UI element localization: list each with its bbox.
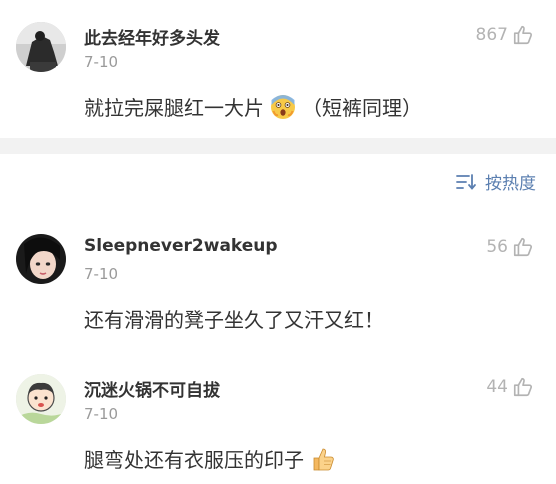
avatar[interactable] — [16, 234, 66, 284]
thumbs-up-icon — [513, 237, 533, 257]
comment-text-body: 还有滑滑的凳子坐久了又汗又红！ — [84, 308, 384, 332]
comment-text-body: 就拉完屎腿红一大片 — [84, 96, 264, 120]
comment-text: 还有滑滑的凳子坐久了又汗又红！ — [84, 304, 384, 333]
avatar[interactable] — [16, 374, 66, 424]
comment-text: 腿弯处还有衣服压的印子 — [84, 444, 336, 473]
comment-item: 此去经年好多头发 7-10 867 就拉完屎腿红一大片 （短裤同理） — [0, 0, 556, 138]
section-divider — [0, 138, 556, 154]
comment-date: 7-10 — [84, 53, 119, 71]
comment-text-body: 腿弯处还有衣服压的印子 — [84, 448, 304, 472]
thumbs-up-emoji — [313, 448, 334, 470]
like-count: 44 — [486, 377, 508, 397]
comment-date: 7-10 — [84, 265, 119, 283]
sort-icon — [456, 173, 476, 190]
thumbs-up-icon — [513, 25, 533, 45]
like-count: 867 — [475, 25, 508, 45]
like-button[interactable]: 44 — [486, 376, 534, 398]
comment-text-suffix: （短裤同理） — [302, 96, 422, 120]
comment-date: 7-10 — [84, 405, 119, 423]
like-count: 56 — [486, 237, 508, 257]
thumbs-up-icon — [513, 377, 533, 397]
sort-button[interactable]: 按热度 — [455, 169, 536, 194]
username[interactable]: 沉迷火锅不可自拔 — [84, 376, 220, 401]
scared-face-emoji — [271, 94, 295, 119]
like-button[interactable]: 56 — [486, 236, 534, 258]
username[interactable]: 此去经年好多头发 — [84, 24, 220, 49]
comment-text: 就拉完屎腿红一大片 （短裤同理） — [84, 92, 422, 121]
comment-feed: 此去经年好多头发 7-10 867 就拉完屎腿红一大片 （短裤同理） 按热度 S… — [0, 0, 556, 484]
comment-item: 沉迷火锅不可自拔 7-10 44 腿弯处还有衣服压的印子 — [0, 350, 556, 484]
comment-item: Sleepnever2wakeup 7-10 56 还有滑滑的凳子坐久了又汗又红… — [0, 210, 556, 350]
sort-label: 按热度 — [485, 174, 536, 194]
username[interactable]: Sleepnever2wakeup — [84, 236, 278, 256]
like-button[interactable]: 867 — [476, 24, 534, 46]
avatar[interactable] — [16, 22, 66, 72]
